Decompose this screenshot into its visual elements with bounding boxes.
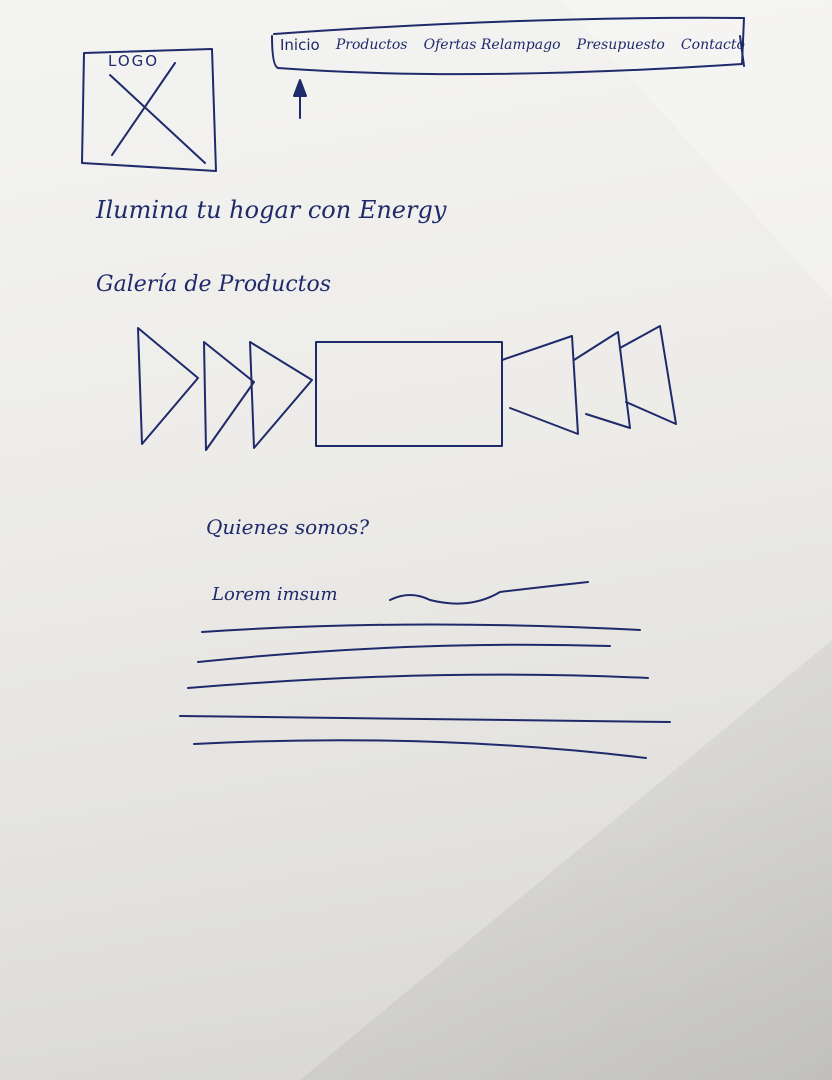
placeholder-text-lines <box>179 581 671 759</box>
logo-label: LOGO <box>108 52 160 70</box>
main-nav: Inicio Productos Ofertas Relampago Presu… <box>280 36 745 54</box>
nav-item-inicio[interactable]: Inicio <box>280 36 320 54</box>
nav-item-presupuesto[interactable]: Presupuesto <box>577 37 665 53</box>
nav-item-contacto[interactable]: Contacto <box>681 37 745 53</box>
gallery-title: Galería de Productos <box>96 272 332 297</box>
nav-item-ofertas-relampago[interactable]: Ofertas Relampago <box>424 37 561 53</box>
active-indicator-arrow-icon <box>293 79 307 119</box>
product-gallery-carousel[interactable] <box>130 318 690 458</box>
nav-item-productos[interactable]: Productos <box>336 37 408 53</box>
hero-title: Ilumina tu hogar con Energy <box>96 196 447 224</box>
about-title: Quienes somos? <box>206 515 370 539</box>
